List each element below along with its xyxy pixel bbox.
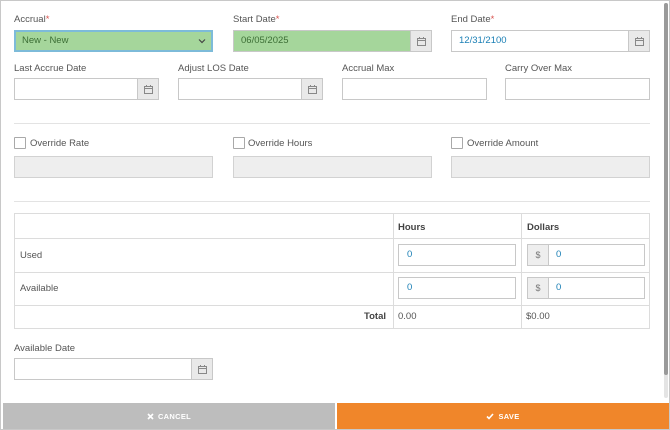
chevron-down-icon <box>198 39 206 44</box>
calendar-icon[interactable] <box>191 358 213 380</box>
override-amount-input <box>451 156 650 178</box>
last-accrue-date-input[interactable] <box>14 78 159 100</box>
accrual-label: Accrual* <box>14 14 50 25</box>
last-accrue-date-label: Last Accrue Date <box>14 63 87 74</box>
carry-over-max-input[interactable] <box>505 78 650 100</box>
accrual-max-input[interactable] <box>342 78 487 100</box>
dollar-sign-addon: $ <box>527 277 549 299</box>
balance-table: Hours Dollars Used 0 $ 0 Available 0 $ 0… <box>14 213 650 329</box>
accrual-form-dialog: Accrual* New - New Start Date* 06/05/202… <box>0 0 670 430</box>
vertical-scrollbar[interactable] <box>664 3 668 398</box>
column-divider <box>521 214 522 328</box>
scrollbar-thumb[interactable] <box>664 3 668 375</box>
cancel-button[interactable]: CANCEL <box>3 403 335 429</box>
row-divider <box>15 305 649 306</box>
calendar-icon[interactable] <box>628 30 650 52</box>
calendar-icon[interactable] <box>137 78 159 100</box>
save-button-label: SAVE <box>498 412 520 421</box>
available-hours-value: 0 <box>407 282 413 293</box>
override-hours-checkbox[interactable] <box>233 137 245 149</box>
save-button[interactable]: SAVE <box>337 403 669 429</box>
used-hours-input[interactable]: 0 <box>398 244 516 266</box>
available-hours-input[interactable]: 0 <box>398 277 516 299</box>
cancel-button-label: CANCEL <box>157 412 192 421</box>
row-divider <box>15 238 649 239</box>
column-divider <box>393 214 394 328</box>
adjust-los-date-label: Adjust LOS Date <box>178 63 249 74</box>
dollar-sign-addon: $ <box>527 244 549 266</box>
row-label-used: Used <box>20 250 43 261</box>
divider <box>14 123 650 124</box>
end-date-input[interactable]: 12/31/2100 <box>451 30 650 52</box>
accrual-select[interactable]: New - New <box>14 30 213 52</box>
used-dollars-input[interactable]: $ 0 <box>527 244 645 266</box>
override-amount-label: Override Amount <box>467 138 539 149</box>
used-dollars-value: 0 <box>556 249 562 260</box>
available-dollars-input[interactable]: $ 0 <box>527 277 645 299</box>
divider <box>14 201 650 202</box>
accrual-select-value: New - New <box>22 35 69 46</box>
hours-header: Hours <box>398 222 426 233</box>
override-rate-input <box>14 156 213 178</box>
calendar-icon[interactable] <box>301 78 323 100</box>
check-icon <box>486 413 495 420</box>
start-date-input[interactable]: 06/05/2025 <box>233 30 432 52</box>
adjust-los-date-input[interactable] <box>178 78 323 100</box>
override-amount-checkbox[interactable] <box>451 137 463 149</box>
total-label: Total <box>364 311 386 322</box>
row-divider <box>15 272 649 273</box>
accrual-max-label: Accrual Max <box>342 63 395 74</box>
used-hours-value: 0 <box>407 249 413 260</box>
end-date-value: 12/31/2100 <box>459 35 507 46</box>
row-label-available: Available <box>20 283 59 294</box>
carry-over-max-label: Carry Over Max <box>505 63 573 74</box>
total-dollars: $0.00 <box>526 311 550 322</box>
available-date-label: Available Date <box>14 343 76 354</box>
x-icon <box>147 413 154 420</box>
total-hours: 0.00 <box>398 311 417 322</box>
dollars-header: Dollars <box>527 222 560 233</box>
end-date-label: End Date* <box>451 14 495 25</box>
available-dollars-value: 0 <box>556 282 562 293</box>
override-hours-input <box>233 156 432 178</box>
available-date-input[interactable] <box>14 358 213 380</box>
override-rate-label: Override Rate <box>30 138 90 149</box>
calendar-icon[interactable] <box>410 30 432 52</box>
override-hours-label: Override Hours <box>248 138 313 149</box>
start-date-value: 06/05/2025 <box>241 35 289 46</box>
start-date-label: Start Date* <box>233 14 280 25</box>
override-rate-checkbox[interactable] <box>14 137 26 149</box>
